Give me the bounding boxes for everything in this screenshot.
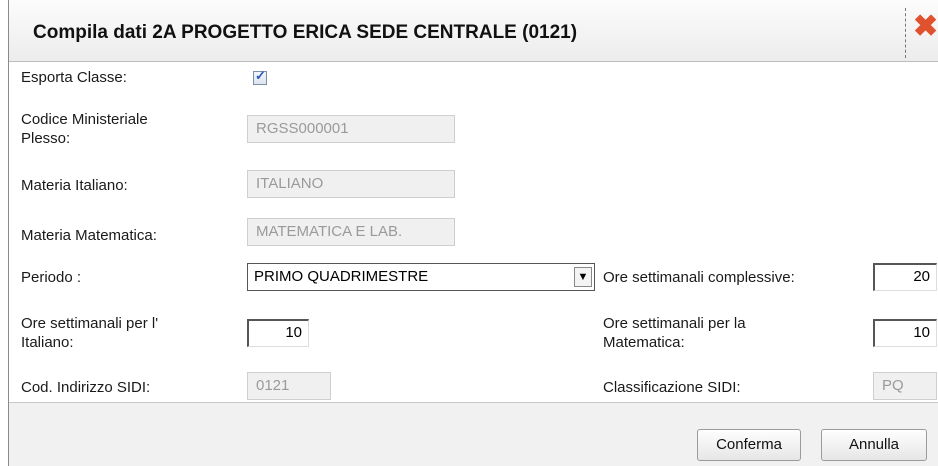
- materia-matematica-label: Materia Matematica:: [21, 227, 157, 244]
- dialog-footer: Conferma Annulla: [9, 402, 938, 466]
- ore-complessive-field[interactable]: 20: [873, 263, 937, 291]
- esporta-classe-label: Esporta Classe:: [21, 69, 127, 86]
- ore-matematica-label-line2: Matematica:: [603, 334, 685, 351]
- titlebar-separator: [905, 8, 906, 58]
- codice-label-line1: Codice Ministeriale: [21, 111, 148, 128]
- materia-matematica-field[interactable]: MATEMATICA E LAB.: [247, 218, 455, 246]
- materia-italiano-label: Materia Italiano:: [21, 177, 128, 194]
- chevron-down-icon[interactable]: ▼: [574, 267, 592, 287]
- confirm-button[interactable]: Conferma: [697, 429, 801, 461]
- materia-italiano-field[interactable]: ITALIANO: [247, 170, 455, 198]
- ore-italiano-field[interactable]: 10: [247, 319, 309, 347]
- classificazione-label: Classificazione SIDI:: [603, 379, 741, 396]
- form-body: Esporta Classe: ✓ Codice Ministeriale Pl…: [9, 62, 938, 402]
- ore-italiano-label-line1: Ore settimanali per l': [21, 315, 159, 332]
- codice-ministeriale-field[interactable]: RGSS000001: [247, 115, 455, 143]
- cancel-button[interactable]: Annulla: [821, 429, 927, 461]
- ore-matematica-label-line1: Ore settimanali per la: [603, 315, 746, 332]
- periodo-selected-value: PRIMO QUADRIMESTRE: [254, 268, 429, 285]
- cod-indirizzo-field[interactable]: 0121: [247, 372, 331, 400]
- esporta-classe-checkbox[interactable]: ✓: [253, 68, 267, 85]
- codice-ministeriale-label: Codice Ministeriale Plesso:: [21, 110, 148, 148]
- dialog: Compila dati 2A PROGETTO ERICA SEDE CENT…: [8, 0, 938, 466]
- cod-indirizzo-label: Cod. Indirizzo SIDI:: [21, 379, 151, 396]
- ore-complessive-label: Ore settimanali complessive:: [603, 269, 795, 286]
- ore-matematica-field[interactable]: 10: [873, 319, 937, 347]
- ore-matematica-label: Ore settimanali per la Matematica:: [603, 314, 746, 352]
- periodo-label: Periodo :: [21, 269, 82, 286]
- codice-label-line2: Plesso:: [21, 130, 71, 147]
- dialog-titlebar: Compila dati 2A PROGETTO ERICA SEDE CENT…: [9, 0, 938, 62]
- ore-italiano-label: Ore settimanali per l' Italiano:: [21, 314, 158, 352]
- close-icon[interactable]: ✖: [913, 12, 938, 42]
- checkmark-icon: ✓: [255, 68, 266, 83]
- classificazione-field[interactable]: PQ: [873, 372, 937, 400]
- dialog-title: Compila dati 2A PROGETTO ERICA SEDE CENT…: [33, 22, 578, 43]
- periodo-select[interactable]: PRIMO QUADRIMESTRE ▼: [247, 263, 595, 291]
- ore-italiano-label-line2: Italiano:: [21, 334, 74, 351]
